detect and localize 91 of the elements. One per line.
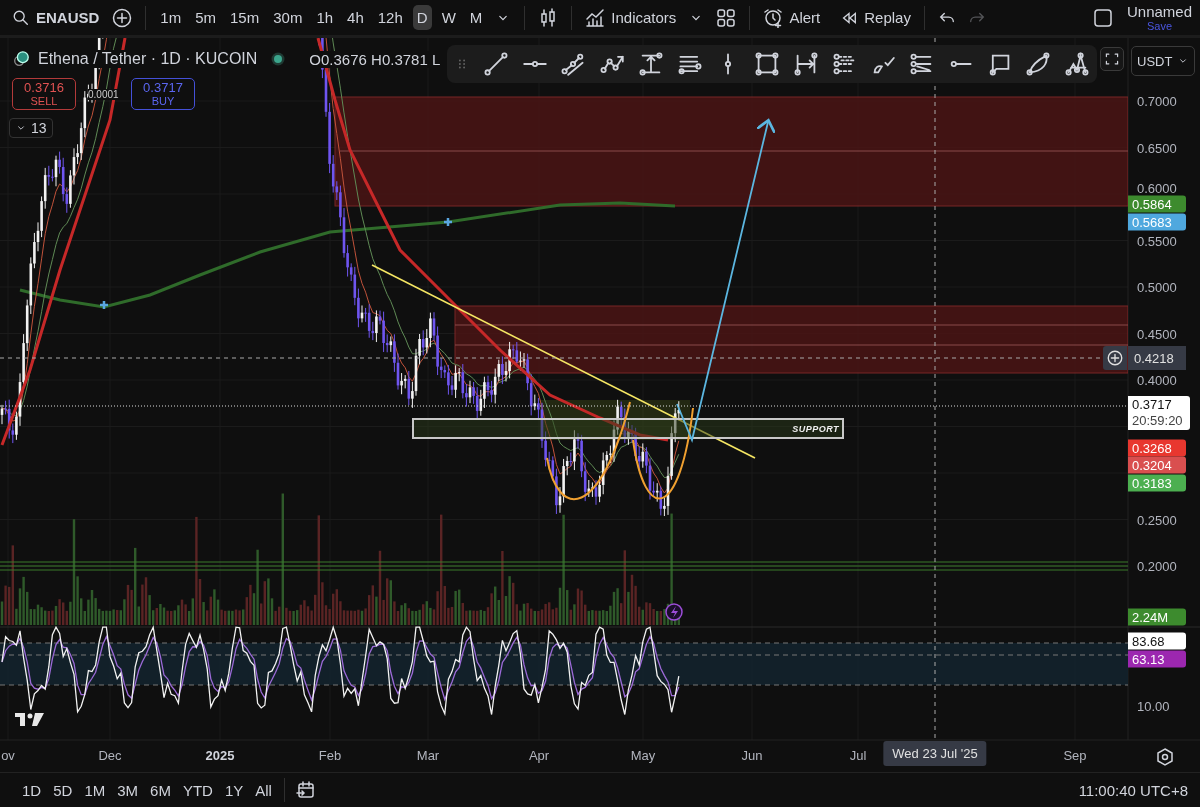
time-axis-label: 2025 — [205, 748, 235, 763]
alarm-clock-icon — [763, 7, 784, 28]
range-button[interactable]: 5D — [49, 778, 77, 802]
coin-icon — [12, 50, 30, 68]
arc-icon[interactable] — [1026, 52, 1051, 76]
price-badge: 0.3204 — [1128, 456, 1186, 474]
price-axis-label: 0.5500 — [1137, 233, 1177, 248]
lightning-icon — [665, 603, 683, 621]
line-icon[interactable] — [483, 52, 508, 76]
clock: 11:00:40 UTC+8 — [1078, 781, 1188, 799]
ohlc-values: O0.3676 H0.3781 L — [309, 50, 441, 68]
alert-button[interactable]: Alert — [760, 4, 824, 31]
time-axis-label: Jun — [741, 748, 763, 763]
speech-bubble-icon[interactable] — [987, 52, 1012, 76]
layout-name[interactable]: Unnamed — [1126, 3, 1192, 19]
price-range-icon[interactable] — [638, 52, 663, 76]
range-button[interactable]: 6M — [146, 778, 175, 802]
interval-tab[interactable]: 4h — [343, 5, 368, 30]
range-button[interactable]: YTD — [178, 778, 217, 802]
oscillator-axis-label: 10.00 — [1137, 698, 1170, 714]
price-axis-label: 0.4000 — [1137, 372, 1177, 388]
date-range-icon[interactable] — [793, 52, 818, 76]
add-icon — [112, 7, 133, 28]
status-dot — [271, 52, 286, 66]
support-label: SUPPORT — [792, 424, 839, 434]
square-icon[interactable] — [1092, 7, 1113, 28]
price-axis-label: 0.5000 — [1137, 279, 1177, 295]
price-axis-label: 0.2500 — [1137, 512, 1177, 527]
price-badge: 0.3268 — [1128, 439, 1186, 457]
symbol-title: Ethena / Tether · 1D · KUCOIN — [38, 50, 258, 68]
price-axis-label: 0.6500 — [1137, 140, 1177, 155]
interval-tab[interactable]: 15m — [226, 5, 264, 30]
parallel-lines-icon[interactable] — [561, 52, 586, 76]
frame-icon — [1104, 51, 1120, 67]
currency-dropdown[interactable]: USDT — [1131, 46, 1195, 76]
sell-button[interactable]: 0.3716 SELL — [12, 78, 76, 110]
symbol-search[interactable]: ENAUSD — [8, 4, 104, 31]
price-badge: 0.3183 — [1128, 474, 1186, 492]
pattern-icon[interactable] — [1065, 52, 1089, 76]
logo-icon — [15, 713, 44, 726]
indicators-toggle[interactable]: 13 — [9, 118, 53, 138]
time-axis-label: May — [630, 748, 656, 763]
spread-value: 0.0001 — [88, 89, 119, 100]
interval-tab[interactable]: D — [412, 5, 432, 30]
marker-icon — [98, 299, 110, 311]
price-axis-label: 0.2000 — [1137, 558, 1177, 574]
search-icon — [12, 8, 30, 27]
range-button[interactable]: 3M — [113, 778, 143, 802]
interval-tab[interactable]: 30m — [269, 5, 307, 30]
interval-tab[interactable]: 12h — [373, 5, 407, 30]
price-badge: 2.24M — [1128, 608, 1186, 626]
interval-tab[interactable]: 5m — [191, 5, 221, 30]
dashed-lines-icon[interactable] — [832, 52, 857, 76]
time-axis-label: Sep — [1063, 748, 1087, 763]
time-axis-label: Dec — [98, 748, 122, 763]
price-badge: 0.5864 — [1128, 195, 1186, 213]
calendar-icon — [295, 780, 316, 800]
chart-bars-icon — [585, 7, 606, 28]
grid-icon — [716, 7, 737, 28]
settings-icon[interactable] — [1155, 747, 1175, 767]
interval-tab[interactable]: 1m — [156, 5, 186, 30]
marker-icon — [442, 216, 454, 228]
lines-icon[interactable] — [910, 52, 934, 76]
range-button[interactable]: 1D — [18, 778, 46, 802]
add-icon — [1106, 349, 1124, 367]
time-axis-label: Feb — [318, 748, 342, 763]
rectangle-icon[interactable] — [755, 52, 779, 76]
add-level-button[interactable] — [1103, 346, 1127, 370]
range-button[interactable]: 1M — [80, 778, 110, 802]
crosshair-price: 0.4218 — [1128, 346, 1186, 370]
price-axis-label: 0.7000 — [1137, 93, 1177, 109]
range-button[interactable]: 1Y — [220, 778, 248, 802]
time-axis-label: Mar — [416, 748, 440, 763]
interval-tab[interactable]: 1h — [312, 5, 338, 30]
indicators-button[interactable]: Indicators — [582, 4, 680, 31]
interval-tab[interactable]: M — [465, 5, 487, 30]
price-badge: 0.5683 — [1128, 213, 1186, 231]
indicator-badge: 83.68 — [1128, 632, 1186, 650]
scale-button[interactable] — [1100, 47, 1124, 71]
time-axis-label: ov — [1, 748, 15, 763]
last-price-label: 0.3717 20:59:20 — [1128, 396, 1190, 430]
time-axis-label: Jul — [849, 748, 867, 763]
price-axis-label: 0.4500 — [1137, 326, 1177, 341]
replay-button[interactable]: Replay — [837, 5, 914, 30]
crosshair-date: Wed 23 Jul '25 — [883, 741, 987, 766]
indicator-badge: 63.13 — [1128, 650, 1186, 668]
price-axis-label: 0.6000 — [1137, 180, 1177, 196]
range-button[interactable]: All — [251, 778, 276, 802]
time-axis-label: Apr — [528, 748, 550, 763]
buy-button[interactable]: 0.3717 BUY — [131, 78, 195, 110]
interval-tab[interactable]: W — [437, 5, 460, 30]
